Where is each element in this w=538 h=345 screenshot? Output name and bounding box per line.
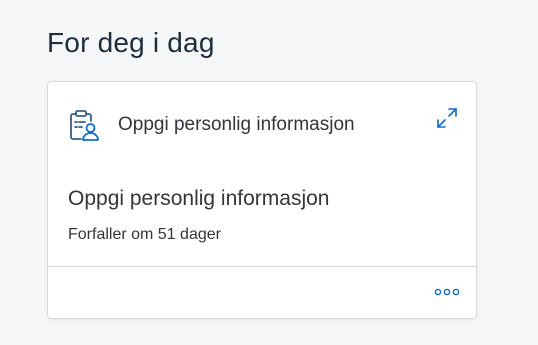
more-options-icon[interactable] — [434, 285, 460, 299]
task-title[interactable]: Oppgi personlig informasjon — [68, 187, 329, 211]
card-header-title: Oppgi personlig informasjon — [118, 114, 355, 135]
clipboard-person-icon — [70, 110, 99, 141]
task-due-text: Forfaller om 51 dager — [68, 226, 221, 243]
task-card[interactable]: Oppgi personlig informasjon Oppgi person… — [47, 81, 477, 319]
expand-icon[interactable] — [435, 106, 459, 130]
section-title: For deg i dag — [47, 27, 215, 58]
card-divider — [48, 266, 476, 267]
card-header[interactable]: Oppgi personlig informasjon — [48, 82, 476, 166]
